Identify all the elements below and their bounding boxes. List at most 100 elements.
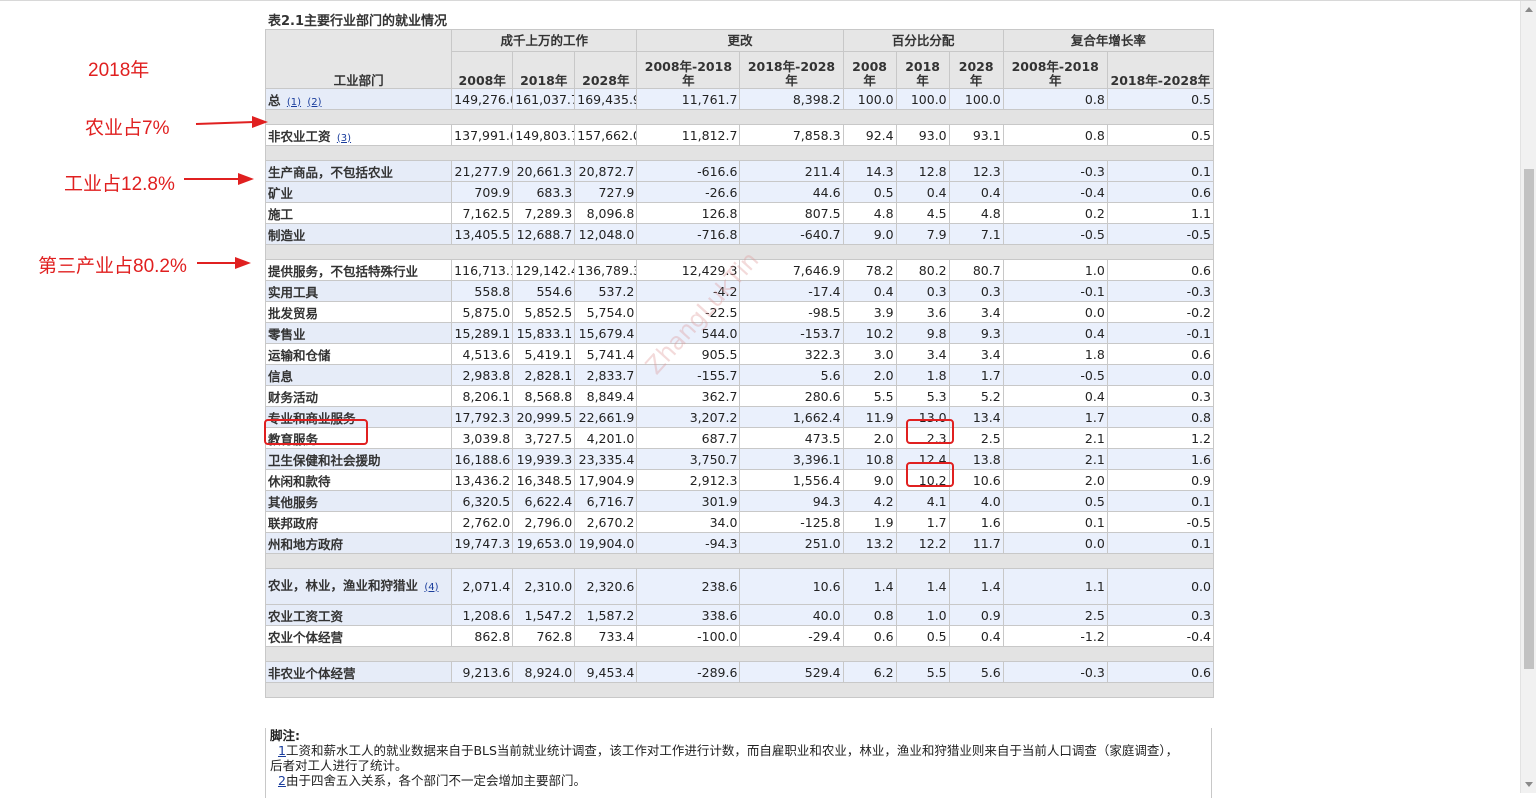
data-cell: 1.6 bbox=[948, 511, 1004, 533]
data-cell: 7,289.3 bbox=[512, 202, 576, 224]
row-label: 提供服务，不包括特殊行业 bbox=[265, 259, 453, 281]
table-row: 矿业 709.9 683.3 727.9 -26.6 44.6 0.5 0.4 0.4 -0.4 0… bbox=[265, 181, 1214, 203]
row-label: 农业个体经营 bbox=[265, 625, 453, 647]
data-cell: 0.4 bbox=[1002, 322, 1108, 344]
data-cell: 0.1 bbox=[1106, 160, 1214, 182]
data-cell: 0.5 bbox=[842, 181, 897, 203]
data-cell: 149,803.7 bbox=[512, 124, 576, 146]
data-cell: 0.8 bbox=[1106, 406, 1214, 428]
row-label: 实用工具 bbox=[265, 280, 453, 302]
table-row: 财务活动 8,206.1 8,568.8 8,849.4 362.7 280.6 5.5 5.… bbox=[265, 385, 1214, 407]
row-label-text: 生产商品，不包括农业 bbox=[268, 164, 394, 180]
data-cell: 1.6 bbox=[1106, 448, 1214, 470]
data-cell: 11.9 bbox=[842, 406, 897, 428]
spacer-cell bbox=[265, 145, 1214, 161]
footnote-link[interactable]: (3) bbox=[337, 133, 351, 144]
data-cell: 136,789.3 bbox=[574, 259, 638, 281]
footnote-link[interactable]: 2 bbox=[278, 773, 286, 788]
row-label: 卫生保健和社会援助 bbox=[265, 448, 453, 470]
data-cell: 5,754.0 bbox=[574, 301, 638, 323]
row-label: 施工 bbox=[265, 202, 453, 224]
data-cell: 0.6 bbox=[842, 625, 897, 647]
data-cell: 9.0 bbox=[842, 469, 897, 491]
data-cell: 8,096.8 bbox=[574, 202, 638, 224]
row-label: 非农业工资 (3) bbox=[265, 124, 453, 146]
data-cell: 5.6 bbox=[948, 661, 1004, 683]
annotation-year: 2018年 bbox=[88, 60, 150, 81]
data-cell: 129,142.4 bbox=[512, 259, 576, 281]
data-cell: 3.4 bbox=[895, 343, 950, 365]
data-cell: 807.5 bbox=[739, 202, 844, 224]
data-cell: 10.8 bbox=[842, 448, 897, 470]
data-cell: 0.8 bbox=[842, 604, 897, 626]
table-row: 教育服务 3,039.8 3,727.5 4,201.0 687.7 473.5 2.0 2.… bbox=[265, 427, 1214, 449]
table-body: 总 (1) (2) 149,276.0 161,037.7 169,435.9 11,7… bbox=[265, 88, 1214, 698]
footnotes: 脚注: 1工资和薪水工人的就业数据来自于BLS当前就业统计调查，该工作对工作进行… bbox=[265, 728, 1212, 798]
data-cell: -640.7 bbox=[739, 223, 844, 245]
data-cell: 2,071.4 bbox=[451, 568, 514, 605]
data-cell: 1.4 bbox=[948, 568, 1004, 605]
data-cell: 93.1 bbox=[948, 124, 1004, 146]
scroll-down-icon[interactable] bbox=[1525, 782, 1533, 787]
data-cell: -22.5 bbox=[636, 301, 741, 323]
data-cell: 7.1 bbox=[948, 223, 1004, 245]
data-cell: 1,556.4 bbox=[739, 469, 844, 491]
spacer-cell bbox=[265, 682, 1214, 698]
data-cell: 6.2 bbox=[842, 661, 897, 683]
table-row: 其他服务 6,320.5 6,622.4 6,716.7 301.9 94.3 4.2 4.1… bbox=[265, 490, 1214, 512]
data-cell: 238.6 bbox=[636, 568, 741, 605]
data-cell: 0.8 bbox=[1002, 124, 1108, 146]
row-label: 州和地方政府 bbox=[265, 532, 453, 554]
table-row: 实用工具 558.8 554.6 537.2 -4.2 -17.4 0.4 0.3 0.3 -0.… bbox=[265, 280, 1214, 302]
data-cell: 80.2 bbox=[895, 259, 950, 281]
data-cell: 1,547.2 bbox=[512, 604, 576, 626]
footnote-link[interactable]: (2) bbox=[307, 97, 321, 108]
data-cell: 1.7 bbox=[895, 511, 950, 533]
data-cell: 733.4 bbox=[574, 625, 638, 647]
data-cell: -0.3 bbox=[1002, 160, 1108, 182]
col-header-pct-2008: 2008 年 bbox=[842, 51, 897, 89]
data-cell: 12.2 bbox=[895, 532, 950, 554]
data-cell: -17.4 bbox=[739, 280, 844, 302]
data-cell: 34.0 bbox=[636, 511, 741, 533]
spacer-row bbox=[265, 244, 1214, 260]
group-header-jobs: 成千上万的工作 bbox=[451, 29, 638, 52]
table-row: 卫生保健和社会援助 16,188.6 19,939.3 23,335.4 3,750.7… bbox=[265, 448, 1214, 470]
data-cell: 0.6 bbox=[1106, 343, 1214, 365]
footnote-link[interactable]: (1) bbox=[287, 97, 301, 108]
data-cell: 2.5 bbox=[1002, 604, 1108, 626]
data-cell: 0.0 bbox=[1106, 568, 1214, 605]
table-row: 非农业工资 (3) 137,991.0 149,803.7 157,662.0 11,8… bbox=[265, 124, 1214, 146]
row-label-text: 农业工资工资 bbox=[268, 608, 344, 624]
data-cell: 362.7 bbox=[636, 385, 741, 407]
data-cell: 5.6 bbox=[739, 364, 844, 386]
data-cell: 7.9 bbox=[895, 223, 950, 245]
data-cell: 10.6 bbox=[948, 469, 1004, 491]
data-cell: 6,716.7 bbox=[574, 490, 638, 512]
row-label-text: 总 bbox=[268, 92, 281, 108]
data-cell: 322.3 bbox=[739, 343, 844, 365]
data-cell: 2,833.7 bbox=[574, 364, 638, 386]
row-label-text: 农业，林业，渔业和狩猎业 bbox=[268, 577, 419, 593]
data-cell: 2,912.3 bbox=[636, 469, 741, 491]
footnotes-title: 脚注: bbox=[270, 728, 300, 743]
data-cell: 5.2 bbox=[948, 385, 1004, 407]
footnote-link[interactable]: 1 bbox=[278, 743, 286, 758]
row-label: 财务活动 bbox=[265, 385, 453, 407]
scroll-up-icon[interactable] bbox=[1525, 7, 1533, 12]
data-cell: 12,688.7 bbox=[512, 223, 576, 245]
scrollbar-thumb[interactable] bbox=[1524, 169, 1534, 669]
data-cell: 4.8 bbox=[842, 202, 897, 224]
row-label: 休闲和款待 bbox=[265, 469, 453, 491]
vertical-scrollbar[interactable] bbox=[1520, 1, 1536, 793]
footnote-link[interactable]: (4) bbox=[424, 582, 438, 593]
data-cell: -0.5 bbox=[1106, 223, 1214, 245]
table-row: 零售业 15,289.1 15,833.1 15,679.4 544.0 -153.7 10… bbox=[265, 322, 1214, 344]
data-cell: 1.2 bbox=[1106, 427, 1214, 449]
data-cell: 0.0 bbox=[1106, 364, 1214, 386]
data-cell: 169,435.9 bbox=[574, 88, 638, 110]
data-cell: 4,201.0 bbox=[574, 427, 638, 449]
row-label: 农业，林业，渔业和狩猎业 (4) bbox=[265, 568, 453, 605]
data-cell: 100.0 bbox=[842, 88, 897, 110]
spacer-row bbox=[265, 145, 1214, 161]
